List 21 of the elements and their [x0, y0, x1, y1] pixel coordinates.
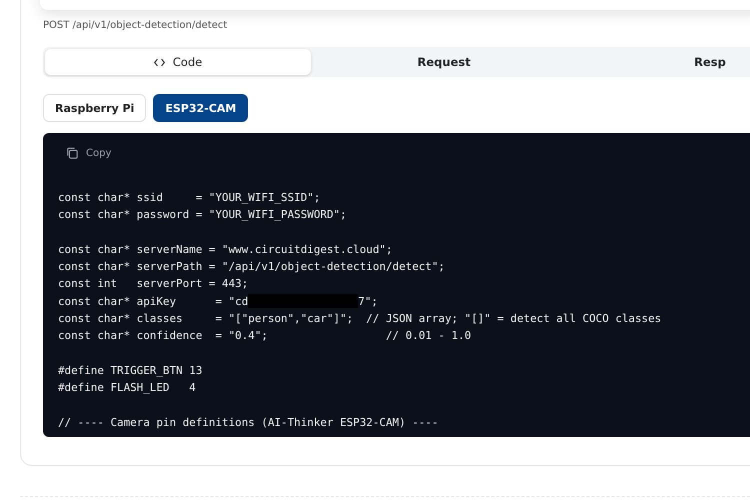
code-line: #define TRIGGER_BTN 13: [58, 362, 204, 379]
code-line: const char* apiKey = "cd: [58, 294, 248, 310]
tab[interactable]: Resp: [577, 49, 750, 75]
copy-icon: [66, 147, 78, 159]
code-line: const char* classes = "["person","car"]"; // JSON array; "[]" = detect all COCO classes: [58, 311, 662, 328]
code-line: // ---- Camera pin definitions (AI-Thinker ESP32-CAM) ----: [58, 414, 440, 431]
code-line: const char* confidence = "0.4"; // 0.01 - 1.0: [58, 328, 472, 344]
endpoint-path: POST /api/v1/object-detection/detect: [43, 20, 228, 31]
platform-button[interactable]: ESP32-CAM: [153, 94, 248, 122]
tab[interactable]: Code: [45, 49, 311, 75]
code-line: 7";: [358, 294, 378, 310]
code-icon: [154, 58, 165, 66]
code-line: const char* ssid = "YOUR_WIFI_SSID";: [58, 190, 322, 206]
code-line: const char* password = "YOUR_WIFI_PASSWORD";: [58, 207, 348, 224]
tab[interactable]: Request: [311, 49, 577, 75]
code-line: const char* serverPath = "/api/v1/object-detection/detect";: [58, 259, 446, 276]
copy-button[interactable]: Copy: [58, 143, 120, 163]
code-line: const int serverPort = 443;: [58, 276, 250, 292]
code-line: #define FLASH_LED 4: [58, 380, 197, 396]
code-line: const char* serverName = "www.circuitdigest.cloud";: [58, 242, 394, 258]
platform-button[interactable]: Raspberry Pi: [43, 94, 146, 122]
